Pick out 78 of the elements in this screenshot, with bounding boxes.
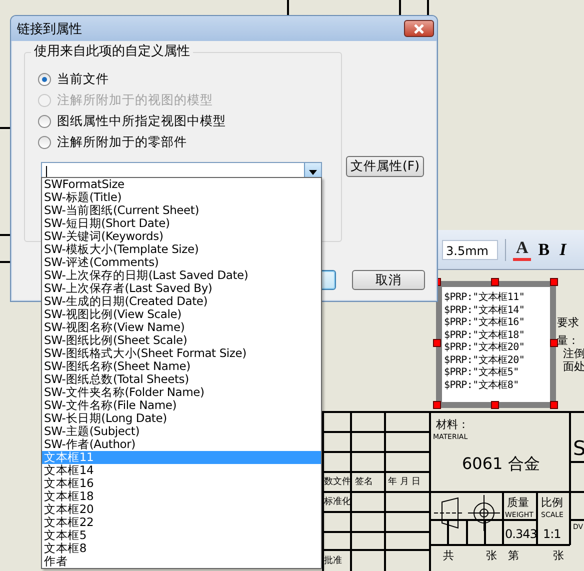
row-label: 批准	[324, 556, 342, 567]
dropdown-item[interactable]: 文本框8	[42, 542, 321, 555]
column-header: 年 月 日	[388, 477, 421, 488]
italic-button[interactable]: I	[556, 240, 570, 260]
radio-option: 注解所附加于的视图的模型	[38, 90, 341, 111]
selection-handle[interactable]	[550, 401, 558, 409]
window-title: 链接到属性	[17, 20, 82, 38]
close-button[interactable]	[404, 20, 434, 37]
dropdown-item[interactable]: SW-作者(Author)	[42, 438, 321, 451]
note-line: $PRP:"文本框8"	[444, 380, 520, 392]
sheet-count-text: 张	[553, 549, 564, 562]
cancel-button[interactable]: 取消	[352, 270, 425, 290]
selection-handle[interactable]	[433, 339, 441, 347]
dropdown-item[interactable]: SW-视图名称(View Name)	[42, 321, 321, 334]
weight-label: 质量	[507, 496, 529, 509]
dropdown-item[interactable]: SW-当前图纸(Current Sheet)	[42, 204, 321, 217]
note-line: $PRP:"文本框5"	[444, 367, 520, 380]
sheet-count-text: 共	[443, 549, 454, 562]
text-box[interactable]: $PRP:"文本框11" $PRP:"文本框14" $PRP:"文本框16" $PRP:"文本框18" $PRP:"文本框20" $PRP:"文本框20" $PRP:"文本框5" $PRP:"文本框8"	[436, 281, 556, 408]
sheet-count-text: 第	[508, 549, 519, 562]
dropdown-item[interactable]: SW-生成的日期(Created Date)	[42, 295, 321, 308]
dropdown-item[interactable]: SW-模板大小(Template Size)	[42, 243, 321, 256]
dropdown-item[interactable]: 文本框22	[42, 516, 321, 529]
caret-icon	[309, 170, 317, 175]
dropdown-item[interactable]: SW-评述(Comments)	[42, 256, 321, 269]
selection-handle[interactable]	[550, 278, 558, 286]
dropdown-item[interactable]: 文本框20	[42, 503, 321, 516]
selection-handle[interactable]	[433, 401, 441, 409]
selection-handle[interactable]	[491, 401, 499, 409]
column-header: 数文件	[324, 477, 351, 488]
file-properties-button[interactable]: 文件属性(F)	[346, 156, 424, 177]
dropdown-item[interactable]: 作者	[42, 555, 321, 568]
font-size-field[interactable]: 3.5mm	[442, 240, 498, 260]
radio-option[interactable]: 当前文件	[38, 69, 341, 90]
projection-symbol-drawing	[434, 494, 500, 532]
group-label: 使用来自此项的自定义属性	[31, 44, 193, 60]
dropdown-item[interactable]: SW-图纸格式大小(Sheet Format Size)	[42, 347, 321, 360]
dropdown-item[interactable]: SW-图纸总数(Total Sheets)	[42, 373, 321, 386]
dropdown-item[interactable]: 文本框14	[42, 464, 321, 477]
weight-value: 0.343	[505, 526, 537, 542]
selection-handle[interactable]	[550, 339, 558, 347]
dropdown-item[interactable]: SW-文件夹名称(Folder Name)	[42, 386, 321, 399]
close-icon	[413, 24, 425, 34]
scale-value: 1:1	[543, 526, 561, 542]
dropdown-item[interactable]: 文本框16	[42, 477, 321, 490]
drawing-note: 量：	[557, 334, 579, 347]
note-line: $PRP:"文本框20"	[444, 354, 526, 366]
dropdown-item[interactable]: 文本框5	[42, 529, 321, 542]
note-line: $PRP:"文本框11"	[444, 292, 526, 304]
scale-label: 比例	[541, 496, 563, 509]
note-line: $PRP:"文本框20"	[444, 342, 526, 354]
selection-handle[interactable]	[491, 278, 499, 286]
drawing-note: 面处	[563, 360, 584, 373]
dropdown-item[interactable]: SW-短日期(Short Date)	[42, 217, 321, 230]
dropdown-item[interactable]: SW-文件名称(File Name)	[42, 399, 321, 412]
dropdown-item[interactable]: SW-图纸比例(Sheet Scale)	[42, 334, 321, 347]
radio-option[interactable]: 注解所附加于的零部件	[38, 132, 341, 153]
dropdown-item[interactable]: 文本框18	[42, 490, 321, 503]
sheet-count-text: 张	[486, 549, 497, 562]
drawing-note: 要求	[557, 316, 579, 329]
dropdown-item[interactable]: SW-标题(Title)	[42, 191, 321, 204]
dropdown-item[interactable]: SW-关键词(Keywords)	[42, 230, 321, 243]
dropdown-item[interactable]: SWFormatSize	[42, 178, 321, 191]
dropdown-item[interactable]: SW-上次保存的日期(Last Saved Date)	[42, 269, 321, 282]
bold-button[interactable]: B	[535, 240, 553, 260]
dropdown-item[interactable]: SW-视图比例(View Scale)	[42, 308, 321, 321]
note-line: $PRP:"文本框16"	[444, 317, 526, 330]
dropdown-item[interactable]: SW-主题(Subject)	[42, 425, 321, 438]
dropdown-item[interactable]: SW-长日期(Long Date)	[42, 412, 321, 425]
drawing-note: 注倒	[563, 347, 584, 360]
material-value: 6061 合金	[462, 454, 540, 474]
note-line: $PRP:"文本框18"	[444, 330, 526, 342]
radio-option[interactable]: 图纸属性中所指定视图中模型	[38, 111, 341, 132]
column-header: 签名	[355, 477, 373, 488]
note-line: $PRP:"文本框14"	[444, 304, 526, 316]
dropdown-item[interactable]: SW-上次保存者(Last Saved By)	[42, 282, 321, 295]
dropdown-item[interactable]: SW-图纸名称(Sheet Name)	[42, 360, 321, 373]
material-label: 材料：	[436, 418, 469, 431]
